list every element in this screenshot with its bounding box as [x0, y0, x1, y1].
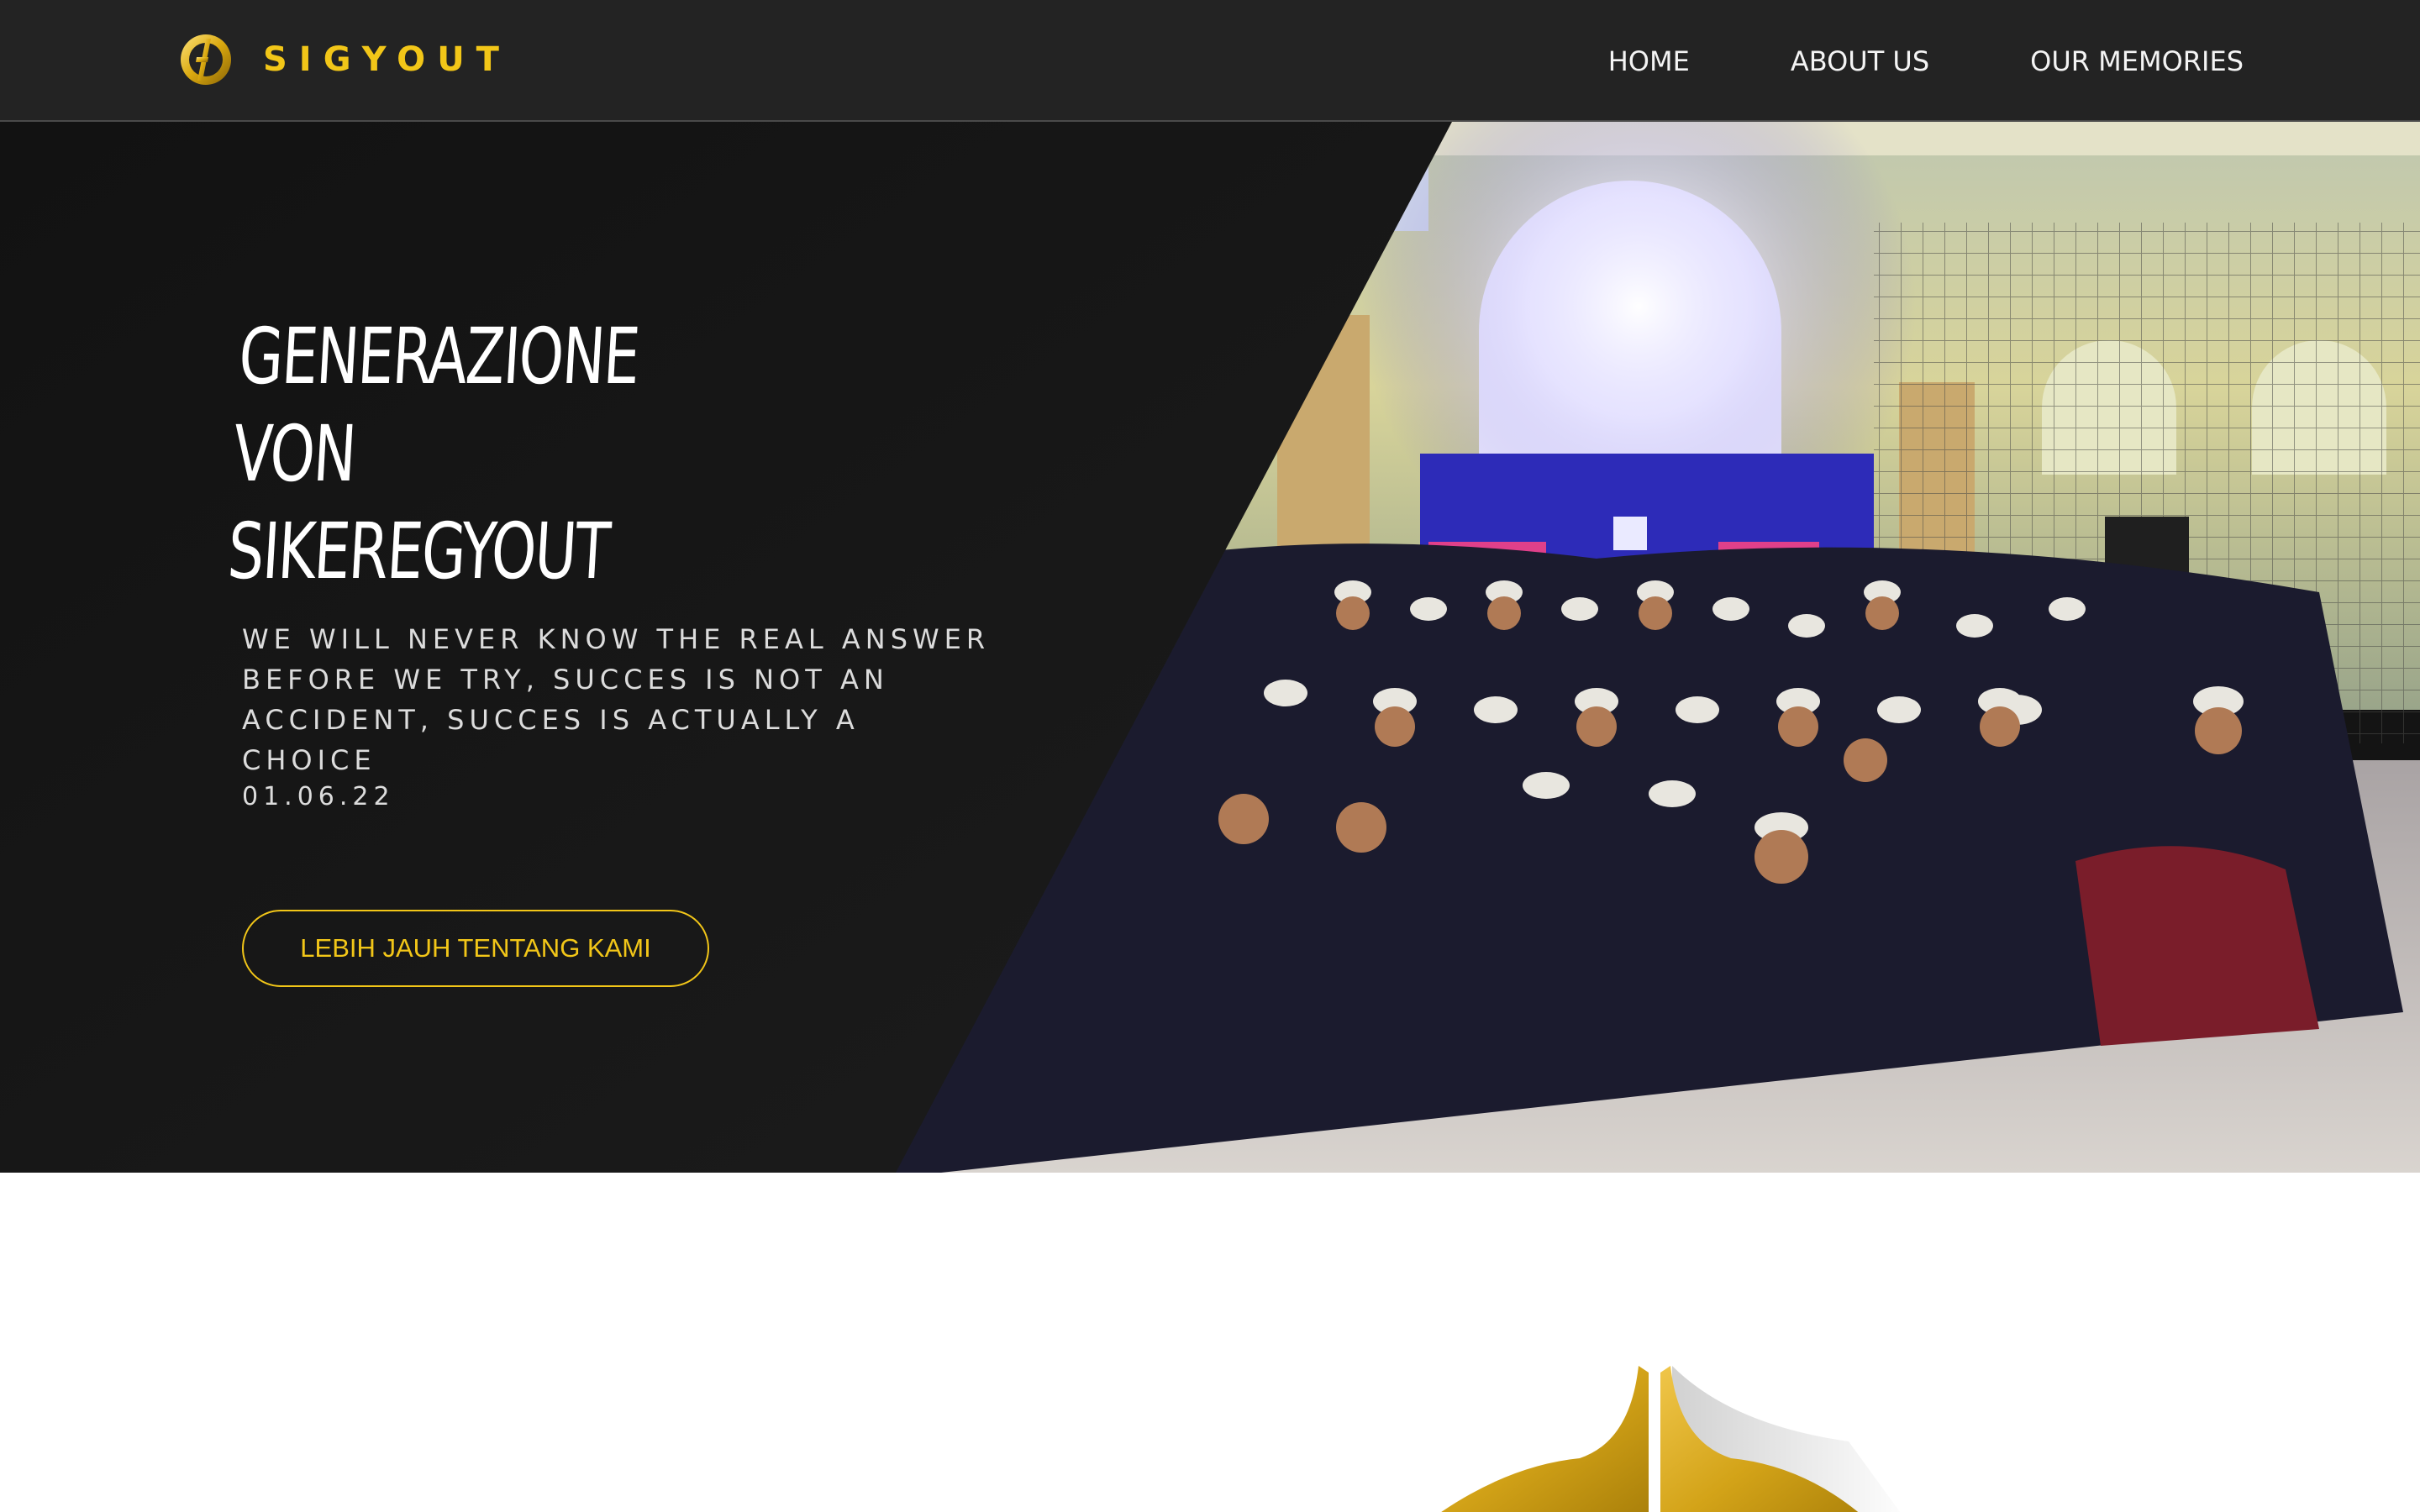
- hero-title-line-2: VON: [230, 409, 358, 499]
- lower-section: [0, 1173, 2420, 1512]
- gold-emblem-icon: [1441, 1366, 1901, 1512]
- hero-tagline: WE WILL NEVER KNOW THE REAL ANSWER BEFOR…: [242, 623, 991, 776]
- sigyout-logo-icon: [181, 34, 231, 85]
- learn-more-button[interactable]: LEBIH JAUH TENTANG KAMI: [242, 910, 709, 987]
- nav-our-memories-link[interactable]: OUR MEMORIES: [2030, 45, 2244, 77]
- hero-title-line-1: GENERAZIONE: [236, 312, 641, 402]
- brand-name: SIGYOUT: [263, 40, 511, 79]
- top-navbar: SIGYOUT HOME ABOUT US OUR MEMORIES: [0, 0, 2420, 122]
- hero-title-line-3: SIKEREGYOUT: [225, 507, 612, 596]
- hero-date: 01.06.22: [242, 782, 395, 811]
- hero-title: GENERAZIONE VON SIKEREGYOUT: [225, 308, 862, 601]
- nav-about-us-link[interactable]: ABOUT US: [1791, 45, 1929, 77]
- hero-section: GENERAZIONE VON SIKEREGYOUT WE WILL NEVE…: [0, 122, 2420, 1173]
- main-nav: HOME ABOUT US OUR MEMORIES: [1507, 0, 2244, 122]
- brand-home-link[interactable]: SIGYOUT: [178, 30, 511, 89]
- nav-home-link[interactable]: HOME: [1608, 45, 1690, 77]
